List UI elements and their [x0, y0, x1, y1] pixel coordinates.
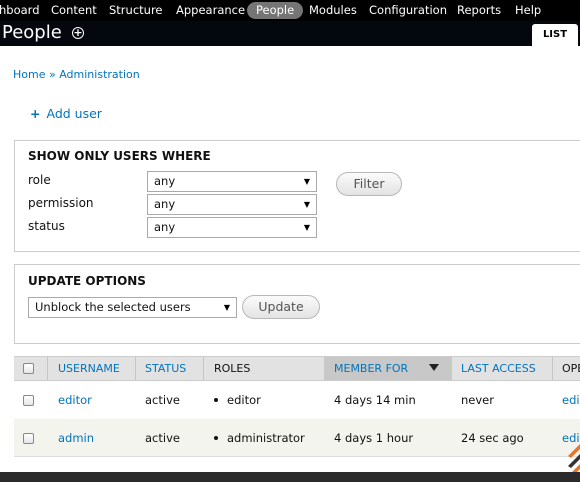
- dropdown-arrow-icon: ▼: [303, 177, 310, 186]
- filter-fieldset: SHOW ONLY USERS WHERE role any ▼ permiss…: [14, 140, 580, 252]
- bullet-icon: [214, 435, 218, 440]
- status-select[interactable]: any ▼: [147, 217, 317, 238]
- select-all-checkbox[interactable]: [23, 363, 34, 374]
- footer-bar: [0, 472, 580, 482]
- role-select[interactable]: any ▼: [147, 171, 317, 192]
- column-header-username[interactable]: USERNAME: [58, 357, 120, 380]
- role-value: administrator: [227, 431, 305, 445]
- column-header-operations: OPE: [562, 362, 580, 375]
- toolbar-item-appearance[interactable]: Appearance: [176, 2, 245, 19]
- admin-toolbar: hboard Content Structure Appearance Peop…: [0, 0, 580, 21]
- column-header-roles: ROLES: [214, 362, 251, 375]
- toolbar-item-reports[interactable]: Reports: [457, 2, 501, 19]
- update-action-value: Unblock the selected users: [35, 300, 191, 314]
- column-divider: [203, 357, 204, 380]
- column-header-last-access[interactable]: LAST ACCESS: [461, 357, 536, 380]
- column-divider: [135, 357, 136, 380]
- filter-button[interactable]: Filter: [336, 172, 402, 196]
- page-header: People + LIST: [0, 21, 580, 46]
- toolbar-item-structure[interactable]: Structure: [109, 2, 163, 19]
- roles-cell: editor: [214, 381, 261, 419]
- member-for-cell: 4 days 1 hour: [334, 431, 414, 445]
- roles-cell: administrator: [214, 419, 305, 457]
- role-select-value: any: [154, 174, 176, 188]
- permission-select[interactable]: any ▼: [147, 194, 317, 215]
- table-row: admin active administrator 4 days 1 hour…: [14, 419, 580, 457]
- dropdown-arrow-icon: ▼: [303, 200, 310, 209]
- column-divider: [552, 357, 553, 380]
- username-link[interactable]: admin: [58, 419, 94, 457]
- breadcrumb-administration[interactable]: Administration: [59, 68, 140, 81]
- plus-icon: +: [30, 106, 41, 121]
- status-cell: active: [145, 431, 180, 445]
- breadcrumb-home[interactable]: Home: [13, 68, 45, 81]
- column-header-status[interactable]: STATUS: [145, 357, 186, 380]
- update-action-select[interactable]: Unblock the selected users ▼: [28, 297, 237, 318]
- row-checkbox[interactable]: [23, 395, 34, 406]
- toolbar-item-dashboard[interactable]: hboard: [0, 2, 40, 19]
- member-for-cell: 4 days 14 min: [334, 393, 416, 407]
- add-user-link[interactable]: + Add user: [30, 106, 102, 121]
- add-user-label: Add user: [46, 106, 102, 121]
- bullet-icon: [214, 397, 218, 402]
- toolbar-item-configuration[interactable]: Configuration: [369, 2, 447, 19]
- role-value: editor: [227, 393, 261, 407]
- last-access-cell: never: [461, 393, 494, 407]
- table-row: editor active editor 4 days 14 min never…: [14, 381, 580, 419]
- column-header-member-for[interactable]: MEMBER FOR: [334, 357, 408, 380]
- toolbar-item-help[interactable]: Help: [515, 2, 541, 19]
- toolbar-item-modules[interactable]: Modules: [309, 2, 357, 19]
- update-options-legend: UPDATE OPTIONS: [28, 274, 146, 288]
- breadcrumb-separator: »: [48, 68, 56, 81]
- edit-link[interactable]: edit: [562, 381, 580, 419]
- row-checkbox[interactable]: [23, 433, 34, 444]
- role-label: role: [28, 173, 51, 187]
- sort-descending-icon[interactable]: [429, 364, 439, 371]
- breadcrumb: Home » Administration: [13, 68, 140, 81]
- tab-list[interactable]: LIST: [532, 24, 578, 46]
- add-shortcut-icon[interactable]: +: [72, 27, 84, 39]
- toolbar-item-people[interactable]: People: [247, 2, 304, 19]
- username-link[interactable]: editor: [58, 381, 92, 419]
- status-select-value: any: [154, 220, 176, 234]
- update-options-fieldset: UPDATE OPTIONS Unblock the selected user…: [14, 264, 580, 344]
- column-divider: [47, 357, 48, 380]
- dropdown-arrow-icon: ▼: [223, 303, 230, 312]
- permission-select-value: any: [154, 197, 176, 211]
- status-cell: active: [145, 393, 180, 407]
- last-access-cell: 24 sec ago: [461, 431, 524, 445]
- page-title: People: [2, 22, 62, 43]
- toolbar-item-content[interactable]: Content: [51, 2, 97, 19]
- table-header: USERNAME STATUS ROLES MEMBER FOR LAST AC…: [14, 356, 580, 381]
- permission-label: permission: [28, 196, 94, 210]
- filter-legend: SHOW ONLY USERS WHERE: [28, 149, 211, 163]
- dropdown-arrow-icon: ▼: [303, 223, 310, 232]
- update-button[interactable]: Update: [242, 295, 320, 319]
- status-label: status: [28, 219, 65, 233]
